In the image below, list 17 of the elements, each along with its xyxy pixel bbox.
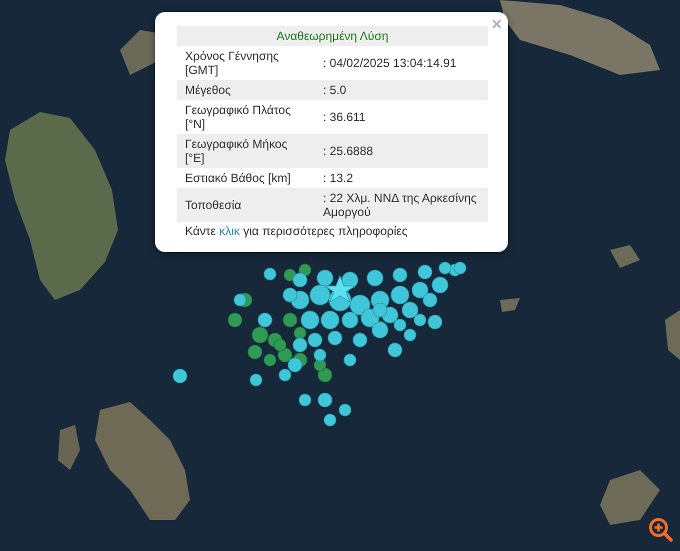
field-label: Γεωγραφικό Πλάτος [°N] (177, 100, 315, 134)
popup-title: Αναθεωρημένη Λύση (177, 26, 488, 46)
field-value: : 5.0 (315, 80, 488, 100)
field-value: : 36.611 (315, 100, 488, 134)
field-label: Εστιακό Βάθος [km] (177, 168, 315, 188)
field-value: : 25.6888 (315, 134, 488, 168)
more-info-link[interactable]: κλικ (219, 224, 240, 238)
field-label: Γεωγραφικό Μήκος [°E] (177, 134, 315, 168)
field-label: Χρόνος Γέννησης [GMT] (177, 46, 315, 80)
field-value: : 22 Χλμ. ΝΝΔ της Αρκεσίνης Αμοργού (315, 188, 488, 222)
field-label: Μέγεθος (177, 80, 315, 100)
field-value: : 04/02/2025 13:04:14.91 (315, 46, 488, 80)
field-label: Τοποθεσία (177, 188, 315, 222)
more-info-text: Κάντε κλικ για περισσότερες πληροφορίες (184, 223, 409, 240)
zoom-in-icon[interactable] (648, 517, 674, 543)
close-button[interactable]: × (491, 15, 502, 33)
field-value: : 13.2 (315, 168, 488, 188)
